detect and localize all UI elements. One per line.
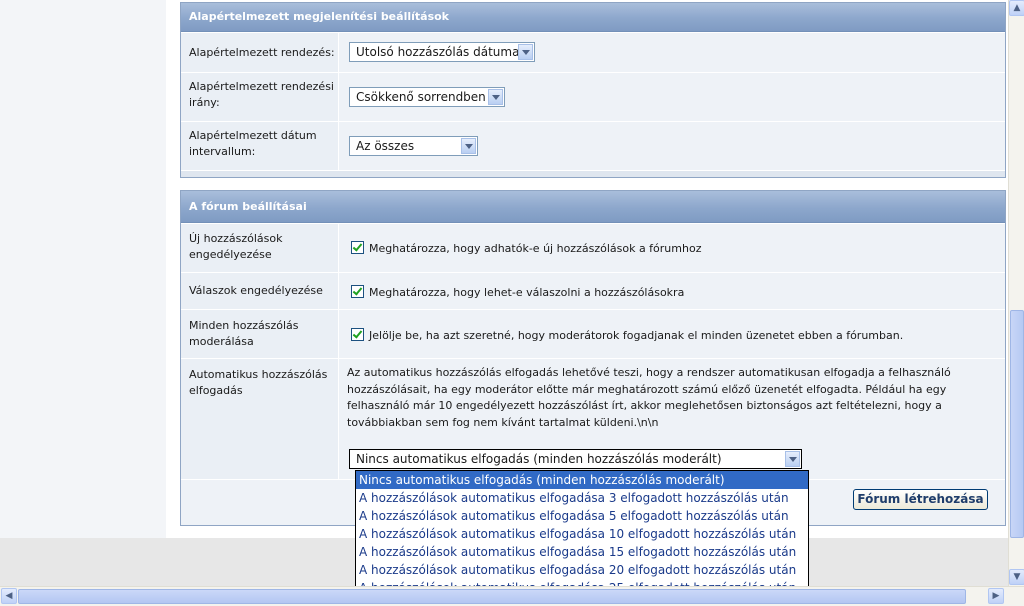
option-5[interactable]: A hozzászólások automatikus elfogadása 2… [356, 561, 808, 579]
sort-direction-row: Alapértelmezett rendezési irány: Csökken… [181, 72, 1005, 121]
replies-checkbox[interactable] [351, 285, 364, 298]
left-arrow-icon[interactable]: ◀ [1, 588, 17, 604]
sort-direction-value: Csökkenő sorrendben [356, 90, 486, 104]
chevron-down-icon[interactable] [461, 138, 476, 154]
auto-approve-description: Az automatikus hozzászólás elfogadás leh… [347, 366, 951, 429]
horizontal-scrollbar[interactable]: ◀ ▶ [0, 586, 1024, 606]
date-range-cell: Az összes [339, 122, 1005, 170]
replies-cell: Meghatározza, hogy lehet-e válaszolni a … [339, 273, 1005, 309]
sort-direction-cell: Csökkenő sorrendben [339, 73, 1005, 121]
display-settings-title: Alapértelmezett megjelenítési beállításo… [181, 3, 1005, 32]
default-sort-row: Alapértelmezett rendezés: Utolsó hozzász… [181, 32, 1005, 72]
main-content: Alapértelmezett megjelenítési beállításo… [166, 0, 1008, 538]
vertical-scroll-thumb[interactable] [1010, 310, 1024, 538]
chevron-down-icon[interactable] [518, 44, 533, 60]
create-forum-button[interactable]: Fórum létrehozása [853, 489, 988, 510]
sort-direction-select[interactable]: Csökkenő sorrendben [349, 87, 505, 107]
moderate-checkbox[interactable] [351, 328, 364, 341]
horizontal-scroll-thumb[interactable] [18, 589, 966, 604]
auto-approve-cell: Az automatikus hozzászólás elfogadás leh… [339, 359, 1005, 479]
new-posts-label: Új hozzászólások engedélyezése [181, 224, 339, 272]
down-arrow-icon[interactable]: ▼ [1009, 569, 1024, 585]
replies-row: Válaszok engedélyezése Meghatározza, hog… [181, 272, 1005, 309]
default-sort-select[interactable]: Utolsó hozzászólás dátuma [349, 42, 535, 62]
default-sort-value: Utolsó hozzászólás dátuma [356, 45, 520, 59]
auto-approve-label: Automatikus hozzászólás elfogadás [181, 359, 339, 479]
new-posts-checkbox[interactable] [351, 241, 364, 254]
vertical-scrollbar[interactable]: ▲ ▼ [1008, 0, 1024, 586]
display-settings-panel: Alapértelmezett megjelenítési beállításo… [180, 2, 1006, 178]
default-sort-label: Alapértelmezett rendezés: [181, 33, 339, 72]
option-0[interactable]: Nincs automatikus elfogadás (minden hozz… [356, 471, 808, 489]
auto-approve-options-list[interactable]: Nincs automatikus elfogadás (minden hozz… [355, 470, 809, 597]
date-range-row: Alapértelmezett dátum intervallum: Az ös… [181, 121, 1005, 171]
default-sort-cell: Utolsó hozzászólás dátuma [339, 33, 1005, 72]
option-1[interactable]: A hozzászólások automatikus elfogadása 3… [356, 489, 808, 507]
chevron-down-icon[interactable] [488, 89, 503, 105]
right-arrow-icon[interactable]: ▶ [988, 588, 1004, 604]
date-range-select[interactable]: Az összes [349, 136, 478, 156]
option-4[interactable]: A hozzászólások automatikus elfogadása 1… [356, 543, 808, 561]
moderate-cell: Jelölje be, ha azt szeretné, hogy moderá… [339, 310, 1005, 358]
new-posts-cell: Meghatározza, hogy adhatók-e új hozzászó… [339, 224, 1005, 272]
forum-settings-title: A fórum beállításai [181, 191, 1005, 223]
option-2[interactable]: A hozzászólások automatikus elfogadása 5… [356, 507, 808, 525]
auto-approve-row: Automatikus hozzászólás elfogadás Az aut… [181, 358, 1005, 479]
moderate-label: Minden hozzászólás moderálása [181, 310, 339, 358]
date-range-value: Az összes [356, 139, 415, 153]
new-posts-text: Meghatározza, hogy adhatók-e új hozzászó… [369, 242, 702, 255]
auto-approve-select[interactable]: Nincs automatikus elfogadás (minden hozz… [349, 449, 802, 469]
date-range-label: Alapértelmezett dátum intervallum: [181, 122, 339, 170]
option-3[interactable]: A hozzászólások automatikus elfogadása 1… [356, 525, 808, 543]
up-arrow-icon[interactable]: ▲ [1009, 0, 1024, 16]
moderate-row: Minden hozzászólás moderálása Jelölje be… [181, 309, 1005, 358]
sort-direction-label: Alapértelmezett rendezési irány: [181, 73, 339, 121]
replies-text: Meghatározza, hogy lehet-e válaszolni a … [369, 286, 685, 299]
left-sidebar [0, 0, 167, 538]
auto-approve-value: Nincs automatikus elfogadás (minden hozz… [356, 452, 722, 466]
new-posts-row: Új hozzászólások engedélyezése Meghatáro… [181, 223, 1005, 272]
replies-label: Válaszok engedélyezése [181, 273, 339, 309]
moderate-text: Jelölje be, ha azt szeretné, hogy moderá… [369, 329, 904, 342]
chevron-down-icon[interactable] [785, 451, 800, 467]
